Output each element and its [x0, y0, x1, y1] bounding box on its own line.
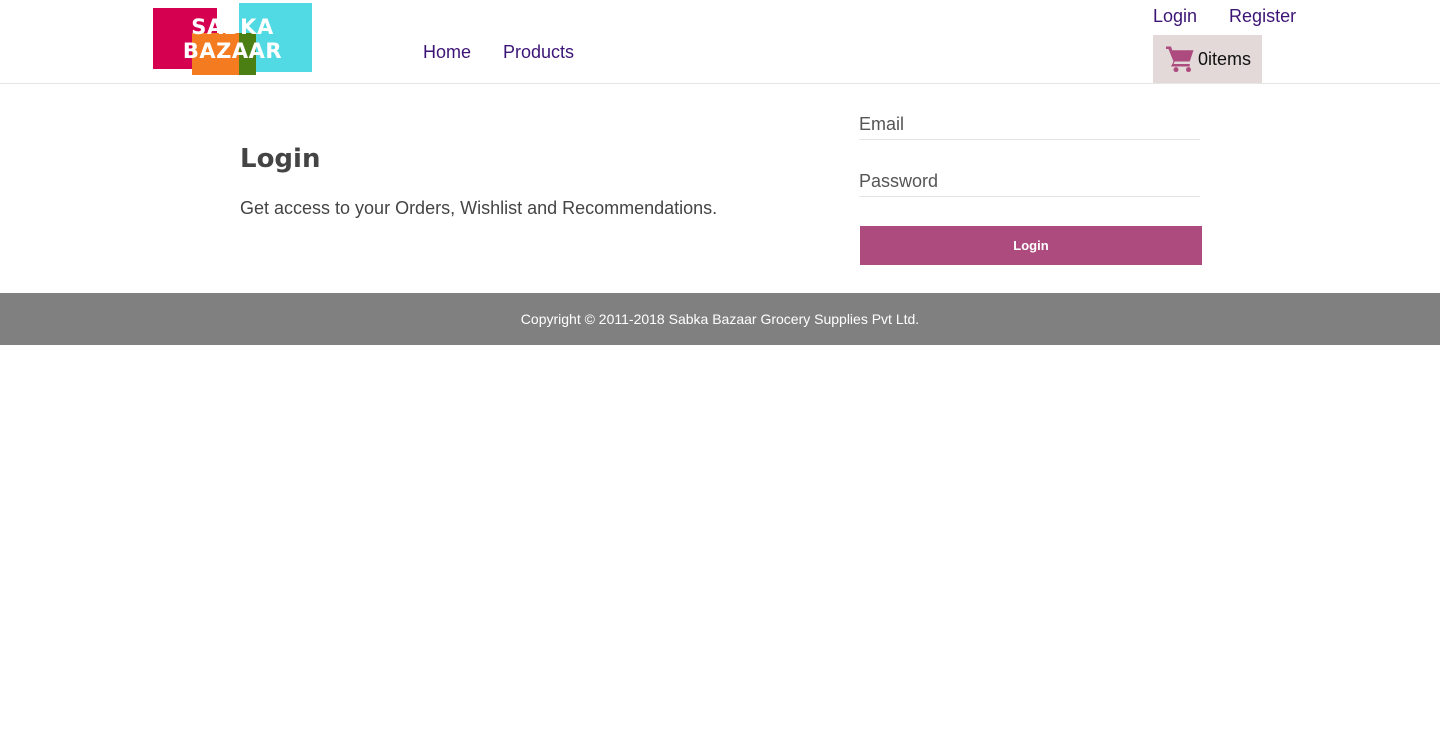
main-nav: Home Products [423, 42, 574, 63]
site-footer: Copyright © 2011-2018 Sabka Bazaar Groce… [0, 293, 1440, 345]
logo-text: SABKA BAZAAR [153, 15, 312, 63]
cart-count: 0items [1198, 48, 1252, 69]
nav-products-link[interactable]: Products [503, 42, 574, 63]
nav-home-link[interactable]: Home [423, 42, 471, 63]
header-register-link[interactable]: Register [1229, 6, 1296, 27]
site-header: SABKA BAZAAR Home Products Login Registe… [0, 0, 1440, 84]
cart-button[interactable]: 0items [1153, 35, 1262, 83]
logo-line-1: SABKA [191, 15, 274, 39]
page-title: Login [240, 144, 321, 174]
auth-nav: Login Register [1153, 6, 1296, 27]
login-section: Login Get access to your Orders, Wishlis… [0, 84, 1440, 293]
cart-icon [1166, 46, 1194, 73]
brand-logo[interactable]: SABKA BAZAAR [153, 3, 312, 75]
email-field[interactable] [859, 109, 1200, 140]
password-field[interactable] [859, 166, 1200, 197]
header-login-link[interactable]: Login [1153, 6, 1197, 27]
login-submit-button[interactable]: Login [860, 226, 1202, 265]
page-subtitle: Get access to your Orders, Wishlist and … [240, 198, 718, 218]
logo-line-2: BAZAAR [182, 39, 283, 63]
copyright-text: Copyright © 2011-2018 Sabka Bazaar Groce… [520, 311, 920, 327]
